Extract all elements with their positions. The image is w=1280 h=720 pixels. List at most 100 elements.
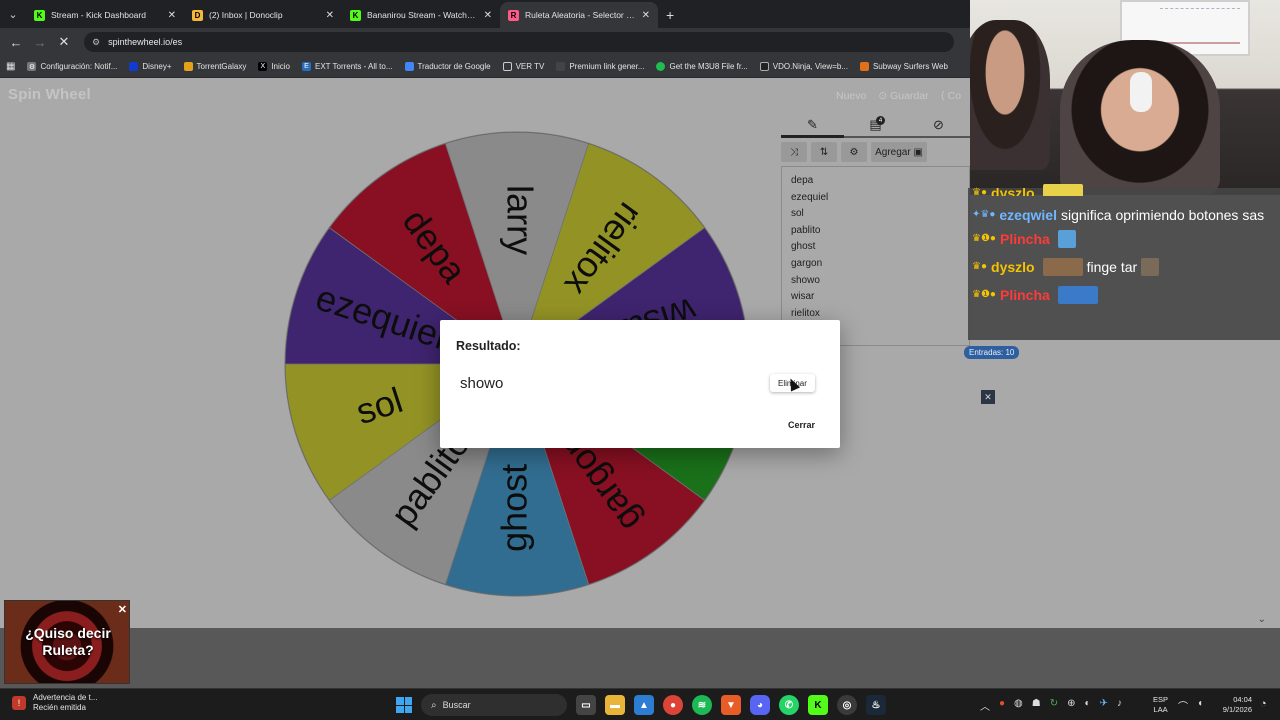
bookmark-label: Get the M3U8 File fr...	[669, 62, 748, 71]
clock[interactable]: 04:04 9/1/2026	[1214, 695, 1252, 715]
tray-app-icon[interactable]: ⊕	[1067, 698, 1075, 713]
tray-app-icon[interactable]: ☗	[1032, 698, 1041, 713]
tab-donoclip[interactable]: D (2) Inbox | Donoclip ✕	[184, 2, 342, 28]
roulette-promo[interactable]: ¿Quiso decir Ruleta? ✕	[4, 600, 130, 684]
close-icon[interactable]: ✕	[118, 603, 127, 616]
bookmark-inicio[interactable]: X Inicio	[252, 62, 296, 71]
whiteboard-writing	[1160, 8, 1240, 44]
network-volume-tray: ⌒ ◖	[1178, 698, 1203, 713]
photos-icon[interactable]: ▲	[634, 695, 654, 715]
bookmark-m3u8[interactable]: Get the M3U8 File fr...	[650, 62, 753, 71]
kick-icon[interactable]: K	[808, 695, 828, 715]
lang-bottom: LAA	[1153, 705, 1168, 714]
bookmark-label: Inicio	[271, 62, 290, 71]
tray-app-icon[interactable]: ◐	[1085, 698, 1091, 713]
bookmark-label: Subway Surfers Web	[872, 62, 948, 71]
stop-loading-icon[interactable]: ✕	[52, 34, 76, 50]
taskbar-apps: ▭ ▬ ▲ ● ≋ ▼ ◕ ✆ K ◎ ♨	[576, 695, 886, 715]
url-input[interactable]: ⚙ spinthewheel.io/es	[84, 32, 954, 52]
chevron-down-icon[interactable]: ⌄	[1258, 614, 1266, 625]
tray-app-icon[interactable]: ↻	[1050, 698, 1058, 713]
entry-item: ezequiel	[791, 191, 829, 203]
bookmark-ver-tv[interactable]: VER TV	[497, 62, 551, 71]
bookmark-ext-torrents[interactable]: E EXT Torrents - All to...	[296, 62, 399, 71]
tray-overflow-icon[interactable]: ︿	[980, 698, 990, 713]
shuffle-button[interactable]: ⤨	[781, 142, 807, 162]
tab-results[interactable]: ▤ 4	[844, 114, 907, 136]
bookmark-torrentgalaxy[interactable]: TorrentGalaxy	[178, 62, 253, 71]
galaxy-icon	[183, 62, 193, 71]
subway-icon	[859, 62, 869, 71]
entries-textarea[interactable]: depa ezequiel sol pablito ghost gargon showo wi…	[781, 166, 970, 346]
bookmark-traductor[interactable]: Traductor de Google	[399, 62, 497, 71]
settings-button[interactable]: ⚙	[841, 142, 867, 162]
chat-username: ezeqwiel	[999, 207, 1057, 223]
close-icon[interactable]: ✕	[642, 10, 650, 21]
chat-overlay: ♛● dyszlo ✦♛● ezeqwiel significa oprimie…	[968, 184, 1280, 340]
tab-kick-dashboard[interactable]: K Stream - Kick Dashboard ✕	[26, 2, 184, 28]
spotify-icon[interactable]: ≋	[692, 695, 712, 715]
notification-toast[interactable]: ! Advertencia de t... Recién emitida	[12, 693, 97, 713]
bookmark-label: Disney+	[142, 62, 172, 71]
save-button[interactable]: ⊙ Guardar	[878, 90, 928, 102]
taskbar-search[interactable]: ⌕ Buscar	[421, 694, 567, 716]
close-icon[interactable]: ✕	[326, 10, 334, 21]
notification-bell-icon[interactable]: ◔	[1260, 698, 1267, 710]
chrome-app-icon[interactable]: ◎	[837, 695, 857, 715]
chat-message: ✦♛● ezeqwiel significa oprimiendo botone…	[972, 204, 1276, 226]
ext-icon: E	[302, 62, 311, 71]
entries-panel: ✎ ▤ 4 ⊘ ⤨ ⇅ ⚙ Agregar ▣ depa ezequiel sol pa…	[781, 114, 970, 346]
chrome-icon[interactable]: ●	[663, 695, 683, 715]
notification-subtitle: Recién emitida	[33, 703, 86, 712]
discord-icon[interactable]: ◕	[750, 695, 770, 715]
tab-hide[interactable]: ⊘	[907, 114, 970, 136]
volume-icon[interactable]: ◖	[1197, 698, 1203, 713]
eye-slash-icon: ⊘	[933, 117, 944, 132]
windows-start-icon[interactable]	[396, 697, 412, 713]
entry-item: pablito	[791, 224, 821, 236]
steam-icon[interactable]: ♨	[866, 695, 886, 715]
back-arrow-icon[interactable]: ←	[4, 35, 28, 50]
tab-ruleta-aleatoria[interactable]: R Ruleta Aleatoria - Selector Pers ✕	[500, 2, 658, 28]
bookmark-subway-surfers[interactable]: Subway Surfers Web	[854, 62, 954, 71]
brave-icon[interactable]: ▼	[721, 695, 741, 715]
tab-edit[interactable]: ✎	[781, 114, 844, 138]
tab-bananirou-stream[interactable]: K Bananirou Stream - Watch Live ✕	[342, 2, 500, 28]
webcam-overlay	[970, 0, 1280, 195]
sort-button[interactable]: ⇅	[811, 142, 837, 162]
close-icon[interactable]: ✕	[168, 10, 176, 21]
bookmark-vdo-ninja[interactable]: VDO.Ninja, View=b...	[754, 62, 854, 71]
chat-message: ♛❶● Plincha	[972, 228, 1276, 250]
pencil-icon: ✎	[807, 116, 818, 132]
wifi-icon[interactable]: ⌒	[1178, 698, 1188, 713]
close-icon[interactable]: ✕	[484, 10, 492, 21]
whatsapp-icon[interactable]: ✆	[779, 695, 799, 715]
site-info-icon[interactable]: ⚙	[92, 37, 100, 48]
tray-app-icon[interactable]: ◍	[1014, 698, 1023, 713]
dismiss-x-icon[interactable]: ✕	[981, 390, 995, 404]
streamer	[1060, 40, 1220, 195]
bookmark-label: Configuración: Notif...	[40, 62, 118, 71]
task-view-icon[interactable]: ▭	[576, 695, 596, 715]
chat-badges-icon: ♛●	[972, 261, 988, 272]
close-button[interactable]: Cerrar	[782, 418, 821, 432]
entry-item: showo	[791, 274, 820, 286]
microphone-icon[interactable]: ♪	[1117, 698, 1122, 713]
share-button[interactable]: ⟨ Co	[941, 90, 961, 102]
chat-username: Plincha	[999, 287, 1050, 303]
new-button[interactable]: Nuevo	[836, 90, 866, 102]
spinwheel-logo[interactable]: Spin Wheel	[8, 86, 91, 103]
bookmark-label: EXT Torrents - All to...	[315, 62, 393, 71]
bookmark-disney[interactable]: Disney+	[123, 62, 177, 71]
bookmark-configuracion[interactable]: ⚙ Configuración: Notif...	[21, 62, 123, 71]
tab-search-chevron-icon[interactable]: ⌄	[0, 0, 26, 28]
language-indicator[interactable]: ESP LAA	[1153, 695, 1168, 715]
tray-app-icon[interactable]: ●	[999, 698, 1005, 713]
tray-app-icon[interactable]: ✈	[1100, 698, 1108, 713]
add-image-button[interactable]: Agregar ▣	[871, 142, 927, 162]
forward-arrow-icon[interactable]: →	[28, 35, 52, 50]
file-explorer-icon[interactable]: ▬	[605, 695, 625, 715]
bookmark-premium-link[interactable]: Premium link gener...	[550, 62, 650, 71]
apps-grid-icon[interactable]: ▦	[0, 61, 21, 72]
new-tab-plus-icon[interactable]: +	[666, 2, 674, 28]
